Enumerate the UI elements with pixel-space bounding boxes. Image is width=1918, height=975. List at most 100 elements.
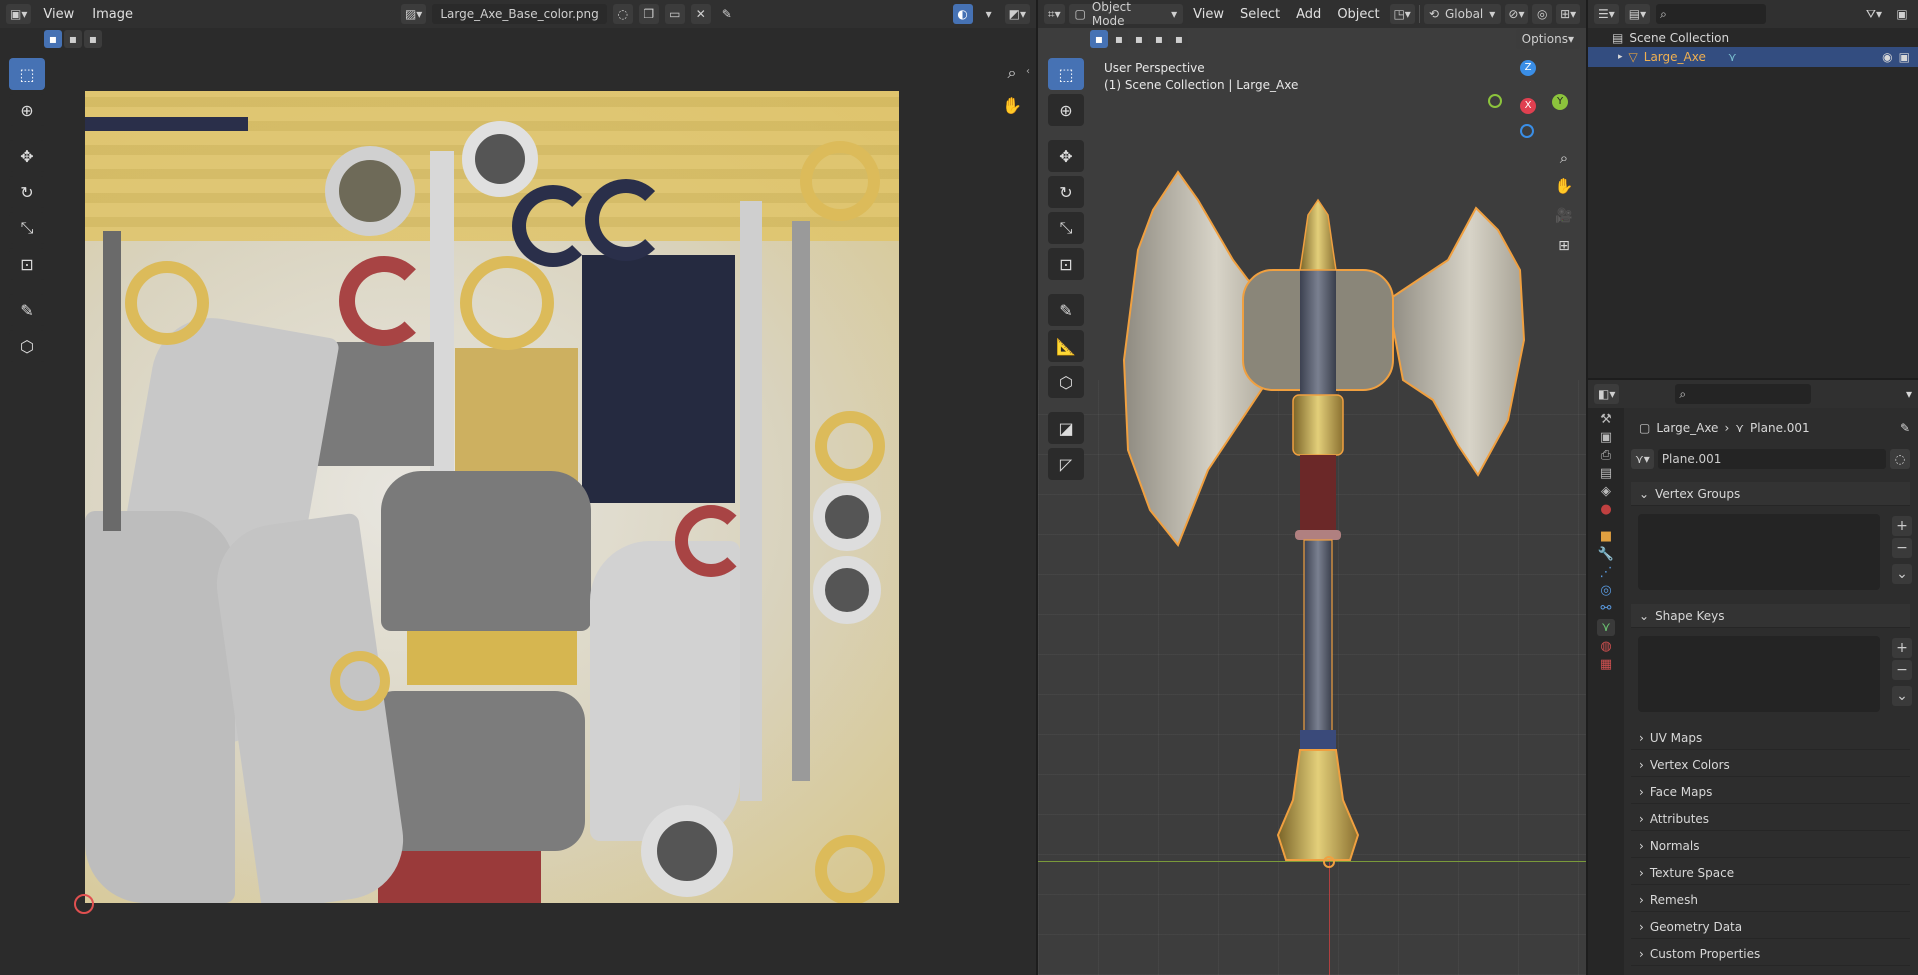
scale-tool-icon[interactable]: ⤡ (9, 212, 45, 244)
menu-image[interactable]: Image (86, 5, 139, 24)
filter-icon[interactable]: ⛛▾ (1862, 4, 1886, 24)
image-toolbar: ⬚ ⊕ ✥ ↻ ⤡ ⊡ ✎ ⬡ (9, 58, 45, 362)
vertex-groups-header[interactable]: ⌄ Vertex Groups (1631, 482, 1910, 506)
properties-options-icon[interactable]: ▾ (1906, 387, 1912, 401)
outliner-item-large-axe[interactable]: ▸ ▽ Large_Axe ⋎ ◉ ▣ (1588, 47, 1918, 67)
render-tab-icon[interactable]: ▣ (1600, 430, 1612, 445)
texture-tab-icon[interactable]: ▦ (1600, 657, 1612, 672)
physics-tab-icon[interactable]: ◎ (1600, 583, 1611, 598)
scene-collection-row[interactable]: ▤ Scene Collection (1588, 28, 1918, 48)
texture-yellow-bar (407, 625, 577, 685)
render-camera-icon[interactable]: ▣ (1899, 50, 1910, 64)
display-mode-icon[interactable]: ▤▾ (1624, 4, 1651, 24)
remesh-header[interactable]: › Remesh (1631, 888, 1910, 912)
mesh-name-field[interactable]: Plane.001 (1657, 449, 1886, 469)
uv-maps-chevron-icon: › (1639, 730, 1644, 745)
3d-viewport[interactable]: ⌗▾ ▢ Object Mode ▾ View Select Add Object… (1038, 0, 1586, 975)
modifier-tab-icon[interactable]: 🔧 (1598, 547, 1614, 562)
expand-arrow-icon[interactable]: ▸ (1618, 52, 1623, 62)
uv-maps-header[interactable]: › UV Maps (1631, 726, 1910, 750)
shape-key-remove-icon[interactable]: − (1892, 660, 1912, 680)
display-channels-icon[interactable]: ◩▾ (1004, 4, 1030, 24)
properties-search-field[interactable]: ⌕ (1675, 384, 1812, 404)
material-tab-icon[interactable]: ◍ (1600, 639, 1611, 654)
select-subtract-icon[interactable]: ▪ (84, 30, 102, 48)
particles-tab-icon[interactable]: ⋰ (1600, 565, 1613, 580)
image-name-field[interactable]: Large_Axe_Base_color.png (432, 4, 607, 24)
menu-view[interactable]: View (37, 5, 80, 24)
unlink-icon[interactable]: ✕ (690, 4, 711, 24)
fake-user-icon[interactable]: ◌ (612, 4, 633, 24)
custom-properties-header[interactable]: › Custom Properties (1631, 942, 1910, 966)
breadcrumb-separator-icon: › (1724, 421, 1730, 435)
properties-header: ◧▾ ⌕ ▾ (1588, 380, 1918, 408)
image-editor-header: ▣▾ View Image ▨▾ Large_Axe_Base_color.pn… (0, 0, 1036, 28)
custom-properties-chevron-icon: › (1639, 946, 1644, 961)
vertex-groups-label: Vertex Groups (1655, 486, 1741, 501)
shape-key-add-icon[interactable]: + (1892, 638, 1912, 658)
normals-label: Normals (1649, 838, 1700, 853)
axe-model[interactable] (1038, 0, 1586, 975)
vertex-groups-list[interactable] (1638, 514, 1880, 590)
overlay-dropdown-icon[interactable]: ▾ (979, 4, 999, 24)
cursor-tool-icon[interactable]: ⊕ (9, 94, 45, 126)
editor-type-icon[interactable]: ▣▾ (6, 4, 32, 24)
properties-editor-type-icon[interactable]: ◧▾ (1594, 384, 1620, 404)
image-browse-icon[interactable]: ▨▾ (400, 4, 427, 24)
face-maps-label: Face Maps (1649, 784, 1713, 799)
new-collection-icon[interactable]: ▣ (1892, 4, 1912, 24)
texture-red-ring-2 (675, 505, 747, 577)
data-tab-icon[interactable]: ⋎ (1597, 619, 1615, 636)
pan-hand-icon[interactable]: ✋ (995, 92, 1029, 118)
constraints-tab-icon[interactable]: ⚯ (1601, 601, 1612, 616)
mesh-datablock-row: ⋎▾ Plane.001 ◌ (1631, 448, 1910, 470)
face-maps-header[interactable]: › Face Maps (1631, 780, 1910, 804)
normals-header[interactable]: › Normals (1631, 834, 1910, 858)
sidebar-toggle-icon[interactable]: ‹ (1026, 66, 1030, 77)
annotate-tool-icon[interactable]: ✎ (9, 294, 45, 326)
select-extend-icon[interactable]: ▪ (64, 30, 82, 48)
scene-tab-icon[interactable]: ◈ (1601, 484, 1611, 499)
texture-gold-ring-5 (815, 835, 885, 903)
texture-image (85, 91, 899, 903)
texture-space-header[interactable]: › Texture Space (1631, 861, 1910, 885)
texture-blade-4 (590, 541, 740, 841)
vertex-group-add-icon[interactable]: + (1892, 516, 1912, 536)
attributes-header[interactable]: › Attributes (1631, 807, 1910, 831)
rotate-tool-icon[interactable]: ↻ (9, 176, 45, 208)
2d-cursor-icon[interactable] (74, 894, 94, 914)
view-layer-tab-icon[interactable]: ▤ (1600, 466, 1612, 481)
shape-keys-header[interactable]: ⌄ Shape Keys (1631, 604, 1910, 628)
overlay-icon[interactable]: ◐ (952, 4, 973, 24)
world-tab-icon[interactable]: ● (1600, 502, 1611, 517)
move-tool-icon[interactable]: ✥ (9, 140, 45, 172)
vertex-colors-header[interactable]: › Vertex Colors (1631, 753, 1910, 777)
sample-tool-icon[interactable]: ⬡ (9, 330, 45, 362)
visibility-eye-icon[interactable]: ◉ (1882, 50, 1892, 64)
output-tab-icon[interactable]: ⎙ (1601, 448, 1611, 463)
mesh-browse-icon[interactable]: ⋎▾ (1631, 449, 1654, 469)
vertex-group-menu-icon[interactable]: ⌄ (1892, 564, 1912, 584)
select-box-tool-icon[interactable]: ⬚ (9, 58, 45, 90)
new-image-icon[interactable]: ❐ (638, 4, 659, 24)
tool-tab-icon[interactable]: ⚒ (1600, 412, 1612, 427)
geometry-data-header[interactable]: › Geometry Data (1631, 915, 1910, 939)
transform-tool-icon[interactable]: ⊡ (9, 248, 45, 280)
breadcrumb-object-icon: ▢ (1639, 421, 1651, 435)
mesh-fake-user-icon[interactable]: ◌ (1890, 449, 1910, 469)
shape-keys-list[interactable] (1638, 636, 1880, 712)
outliner-editor-type-icon[interactable]: ☰▾ (1594, 4, 1619, 24)
vertex-group-remove-icon[interactable]: − (1892, 538, 1912, 558)
properties-pin-icon[interactable]: ✎ (1900, 421, 1910, 435)
pin-icon[interactable]: ✎ (717, 4, 737, 24)
zoom-icon[interactable]: ⌕ (995, 60, 1029, 86)
texture-gold-ring-4 (815, 411, 885, 481)
select-mode-group: ▪ ▪ ▪ (44, 30, 102, 48)
object-tab-icon[interactable]: ■ (1600, 529, 1612, 544)
select-new-icon[interactable]: ▪ (44, 30, 62, 48)
texture-ring-5 (641, 805, 733, 897)
texture-yellow-block (455, 348, 578, 488)
shape-key-menu-icon[interactable]: ⌄ (1892, 686, 1912, 706)
outliner-search-field[interactable]: ⌕ (1656, 4, 1767, 24)
open-folder-icon[interactable]: ▭ (664, 4, 685, 24)
